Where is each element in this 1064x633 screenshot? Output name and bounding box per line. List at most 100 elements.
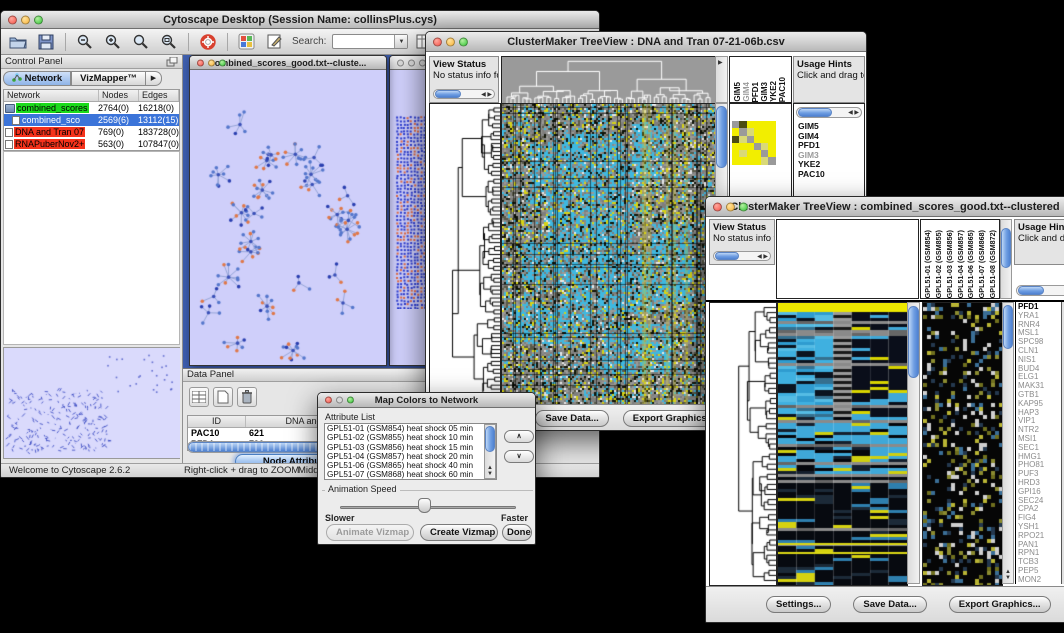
- create-vizmap-button[interactable]: Create Vizmap: [420, 524, 498, 541]
- scroll-thumb[interactable]: [1018, 286, 1044, 295]
- close-button[interactable]: [8, 15, 17, 24]
- move-down-button[interactable]: ∨: [504, 450, 534, 463]
- network-tree-area[interactable]: [3, 151, 180, 345]
- scroll-arrows[interactable]: ◀ ▶: [757, 254, 768, 260]
- vscroll-thumb[interactable]: [1001, 228, 1011, 268]
- attribute-list[interactable]: GPL51-01 (GSM854) heat shock 05 minGPL51…: [324, 423, 497, 480]
- zoom-button[interactable]: [739, 202, 748, 211]
- dialog-title-bar[interactable]: Map Colors to Network: [318, 393, 535, 408]
- tv1-row-dendrogram[interactable]: [429, 103, 501, 406]
- speed-slider-thumb[interactable]: [418, 498, 431, 513]
- zoom-fit-icon[interactable]: [158, 32, 180, 52]
- tv2-status-scrollbar[interactable]: ◀ ▶: [713, 251, 771, 261]
- tv-button[interactable]: Export Graphics...: [949, 596, 1051, 613]
- float-panel-icon[interactable]: [166, 57, 178, 67]
- scroll-thumb[interactable]: [435, 90, 461, 98]
- network-row[interactable]: combined_sco2569(6)13112(15): [4, 114, 179, 126]
- tab-overflow-button[interactable]: ▶: [146, 71, 162, 86]
- close-button[interactable]: [397, 59, 404, 66]
- minimize-button[interactable]: [446, 37, 455, 46]
- done-button[interactable]: Done: [502, 524, 532, 541]
- new-attribute-icon[interactable]: [213, 387, 233, 407]
- overview-canvas[interactable]: [4, 348, 180, 458]
- network-row[interactable]: RNAPuberNov2+563(0)107847(0): [4, 138, 179, 150]
- scroll-arrows[interactable]: ▲▼: [487, 465, 493, 477]
- scroll-arrows[interactable]: ◀ ▶: [848, 110, 859, 116]
- close-button[interactable]: [433, 37, 442, 46]
- animate-vizmap-button[interactable]: Animate Vizmap: [326, 524, 414, 541]
- close-button[interactable]: [325, 397, 332, 404]
- zoom-button[interactable]: [347, 397, 354, 404]
- tv1-column-dendrogram[interactable]: [501, 56, 716, 105]
- vscroll-thumb[interactable]: [1003, 305, 1013, 349]
- attribute-item[interactable]: GPL51-06 (GSM865) heat shock 40 min: [327, 461, 496, 470]
- attribute-item[interactable]: GPL51-04 (GSM857) heat shock 20 min: [327, 452, 496, 461]
- tv1-heatmap[interactable]: [501, 103, 716, 406]
- attribute-item[interactable]: GPL51-07 (GSM868) heat shock 60 min: [327, 470, 496, 479]
- move-up-button[interactable]: ∧: [504, 430, 534, 443]
- zoom-selected-icon[interactable]: [130, 32, 152, 52]
- open-folder-icon[interactable]: [7, 32, 29, 52]
- tv2-row-dendrogram[interactable]: [709, 302, 777, 586]
- vscroll-thumb[interactable]: [485, 426, 495, 452]
- birds-eye-overview[interactable]: [3, 347, 180, 459]
- zoom-in-icon[interactable]: [102, 32, 124, 52]
- minimize-button[interactable]: [408, 59, 415, 66]
- vscroll-thumb[interactable]: [908, 306, 919, 378]
- scroll-thumb[interactable]: [798, 108, 832, 117]
- minimize-button[interactable]: [21, 15, 30, 24]
- tv1-label-scrollbar[interactable]: ◀ ▶: [796, 107, 862, 118]
- tv1-status-scrollbar[interactable]: ◀ ▶: [433, 89, 495, 99]
- network-row[interactable]: combined_scores2764(0)16218(0): [4, 102, 179, 114]
- attribute-item[interactable]: GPL51-03 (GSM856) heat shock 15 min: [327, 443, 496, 452]
- zoom-button[interactable]: [34, 15, 43, 24]
- vizmapper-icon[interactable]: [236, 32, 258, 52]
- close-button[interactable]: [713, 202, 722, 211]
- zoom-button[interactable]: [459, 37, 468, 46]
- minimize-button[interactable]: [726, 202, 735, 211]
- tv2-secondary-heatmap[interactable]: [922, 302, 1003, 586]
- tab-network[interactable]: Network: [3, 71, 71, 86]
- zoom-out-icon[interactable]: [74, 32, 96, 52]
- scroll-arrows[interactable]: ▲▼: [1005, 569, 1011, 581]
- tv-button[interactable]: Settings...: [766, 596, 831, 613]
- search-dropdown-icon[interactable]: ▼: [394, 35, 407, 48]
- network-view-window-1[interactable]: combined_scores_good.txt--cluste...: [189, 55, 387, 366]
- minimize-button[interactable]: [208, 59, 215, 66]
- annotation-icon[interactable]: [264, 32, 286, 52]
- search-input[interactable]: ▼: [332, 34, 408, 49]
- scroll-arrow[interactable]: ▶: [718, 60, 723, 66]
- network-row[interactable]: DNA and Tran 07769(0)183728(0): [4, 126, 179, 138]
- main-title-bar[interactable]: Cytoscape Desktop (Session Name: collins…: [1, 11, 599, 29]
- tv2-hints-scrollbar[interactable]: [1016, 285, 1064, 296]
- tv2-gene-list[interactable]: PFD1YRA1RNR4MSL1SPC98CLN1NIS1BUD4ELG1MAK…: [1015, 302, 1060, 584]
- tv2-title-bar[interactable]: ClusterMaker TreeView : combined_scores_…: [706, 197, 1064, 217]
- tv1-similarity-matrix[interactable]: [732, 121, 776, 165]
- minimize-button[interactable]: [336, 397, 343, 404]
- tv2-heatmap[interactable]: [777, 302, 908, 586]
- tv2-heatmap-vscroll[interactable]: [907, 302, 920, 584]
- network-canvas[interactable]: [190, 71, 386, 366]
- vscroll-thumb[interactable]: [716, 106, 727, 168]
- window-controls[interactable]: [8, 15, 43, 24]
- network1-title-bar[interactable]: combined_scores_good.txt--cluste...: [190, 56, 386, 70]
- help-lifering-icon[interactable]: [197, 32, 219, 52]
- zoom-button[interactable]: [219, 59, 226, 66]
- tv1-title-bar[interactable]: ClusterMaker TreeView : DNA and Tran 07-…: [426, 32, 866, 52]
- tv2-column-tree-panel[interactable]: [776, 219, 919, 299]
- scroll-arrows[interactable]: ◀ ▶: [481, 92, 492, 98]
- attribute-item[interactable]: GPL51-02 (GSM855) heat shock 10 min: [327, 433, 496, 442]
- tv-button[interactable]: Save Data...: [535, 410, 608, 427]
- table-view-icon[interactable]: [189, 387, 209, 407]
- tv-button[interactable]: Save Data...: [853, 596, 926, 613]
- tv2-label-vscroll[interactable]: [1000, 219, 1012, 299]
- save-icon[interactable]: [35, 32, 57, 52]
- attribute-list-vscroll[interactable]: ▲▼: [484, 424, 496, 479]
- scroll-thumb[interactable]: [715, 252, 739, 260]
- delete-attribute-icon[interactable]: [237, 387, 257, 407]
- tv1-mini-vscroll[interactable]: ▶: [715, 56, 728, 103]
- tv2-gene-vscroll[interactable]: ▲▼: [1002, 302, 1014, 584]
- tab-vizmapper[interactable]: VizMapper™: [71, 71, 146, 86]
- close-button[interactable]: [197, 59, 204, 66]
- attribute-item[interactable]: GPL51-01 (GSM854) heat shock 05 min: [327, 424, 496, 433]
